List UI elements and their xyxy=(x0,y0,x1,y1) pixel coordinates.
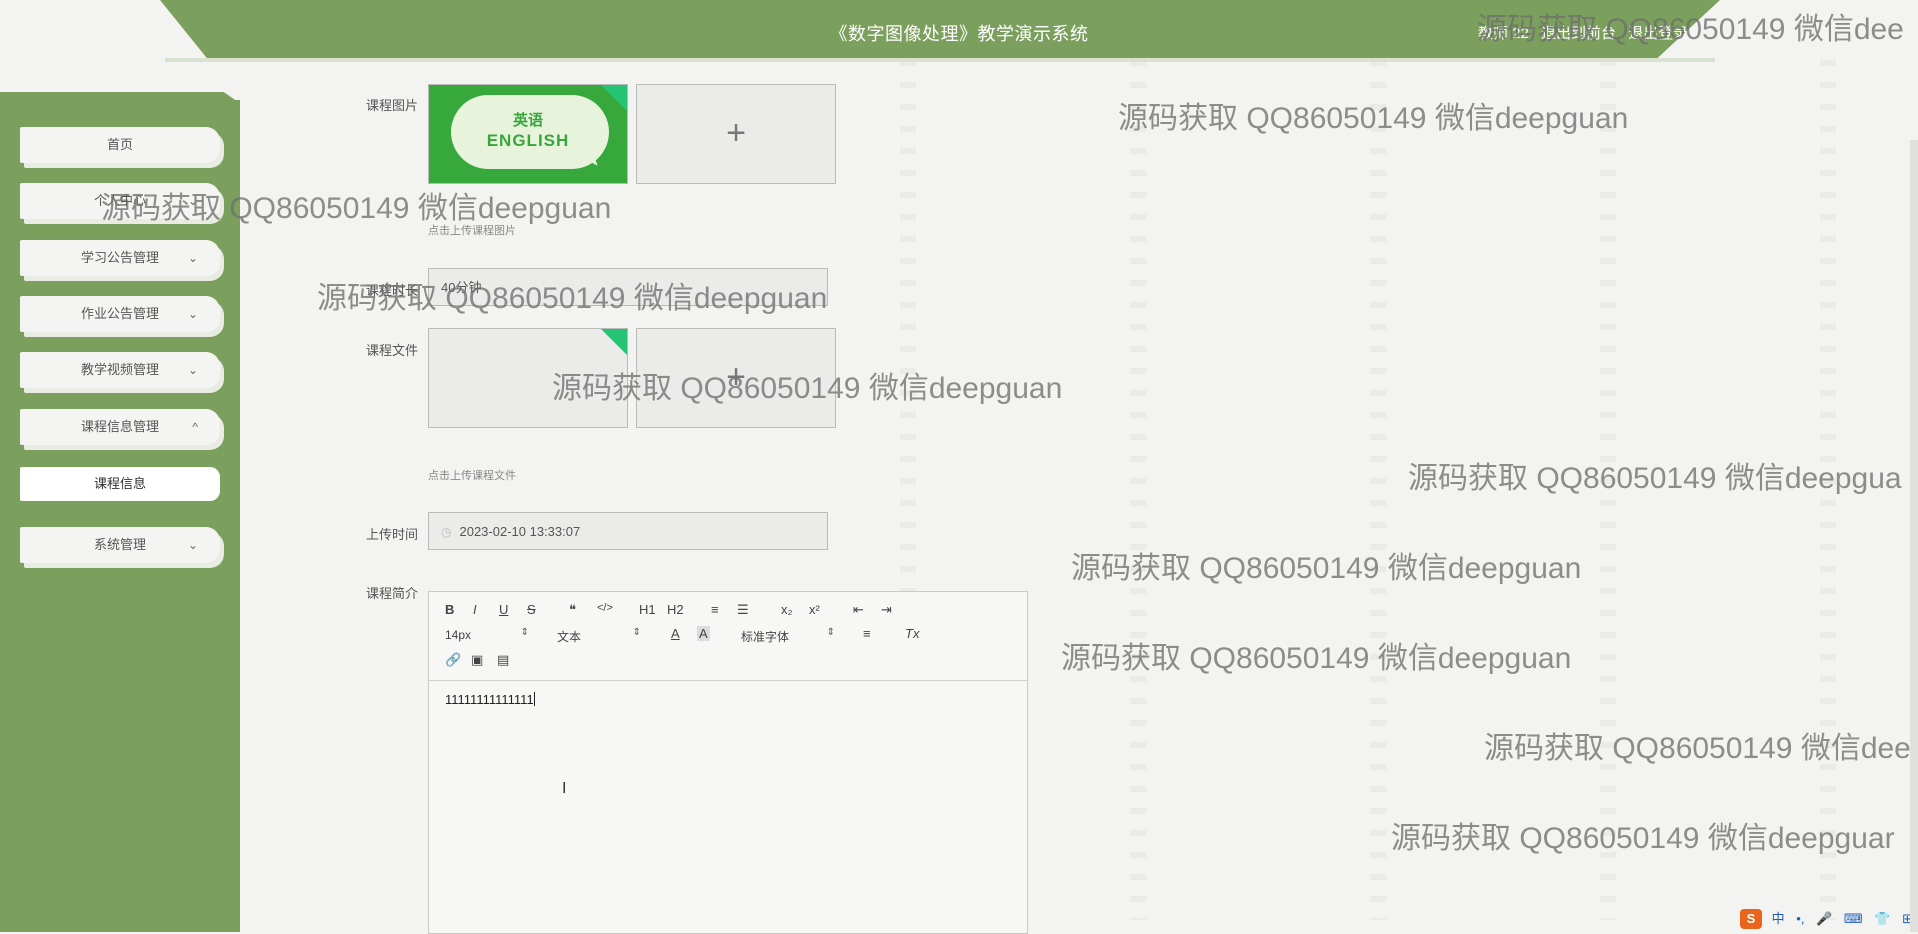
watermark-text: 源码获取 QQ86050149 微信deepguan xyxy=(317,282,828,315)
punctuation-icon[interactable]: •, xyxy=(1796,911,1804,926)
sidebar-item-study-notice[interactable]: 学习公告管理 ⌄ xyxy=(20,240,220,276)
sidebar-item-label: 作业公告管理 xyxy=(80,306,159,321)
upload-time-value: 2023-02-10 13:33:07 xyxy=(459,524,581,539)
plus-icon: + xyxy=(726,114,746,152)
sidebar-item-system-manage[interactable]: 系统管理 ⌄ xyxy=(20,527,220,563)
chevron-up-icon: ^ xyxy=(192,420,198,434)
editor-toolbar: B I U S ❝ </> H1 H2 ≡ ☰ x₂ x² ⇤ ⇥ 14px ⇕ … xyxy=(429,592,1027,681)
clear-format-icon[interactable]: Tx xyxy=(905,626,919,641)
upload-time-input[interactable]: ◷ 2023-02-10 13:33:07 xyxy=(428,512,828,550)
intro-label: 课程简介 xyxy=(365,586,418,601)
sogou-logo-icon[interactable]: S xyxy=(1740,909,1762,929)
superscript-button[interactable]: x² xyxy=(809,602,820,617)
selected-corner-badge xyxy=(601,329,627,355)
select-arrow-icon: ⇕ xyxy=(632,627,641,638)
sidebar-item-label: 系统管理 xyxy=(93,537,146,552)
course-file-label: 课程文件 xyxy=(365,343,418,358)
skin-icon[interactable]: 👕 xyxy=(1874,911,1890,926)
sidebar-item-label: 学习公告管理 xyxy=(80,250,159,265)
sidebar-item-label: 首页 xyxy=(106,137,133,152)
ime-toolbar: S 中 •, 🎤 ⌨ 👕 ⊞ xyxy=(1740,908,1918,930)
clock-icon: ◷ xyxy=(441,525,452,539)
background-decoration xyxy=(1130,60,1146,920)
video-icon[interactable]: ▤ xyxy=(497,652,509,668)
ordered-list-icon[interactable]: ≡ xyxy=(711,602,719,617)
watermark-text: 源码获取 QQ86050149 微信deepguan xyxy=(101,192,612,225)
sidebar-item-label: 教学视频管理 xyxy=(80,362,159,377)
thumbnail-text: ENGLISH xyxy=(486,131,570,150)
vertical-scrollbar[interactable] xyxy=(1910,140,1918,932)
text-style-value: 文本 xyxy=(557,630,582,644)
course-image-upload-button[interactable]: + xyxy=(636,84,836,184)
course-file-hint: 点击上传课程文件 xyxy=(428,470,516,482)
microphone-icon[interactable]: 🎤 xyxy=(1816,911,1832,926)
watermark-text: 源码获取 QQ86050149 微信deepguar xyxy=(1391,822,1895,855)
sidebar-item-homework-notice[interactable]: 作业公告管理 ⌄ xyxy=(20,296,220,332)
image-icon[interactable]: ▣ xyxy=(471,652,483,668)
ime-mode-toggle[interactable]: 中 xyxy=(1772,911,1785,926)
chevron-down-icon: ⌄ xyxy=(187,538,198,552)
bold-button[interactable]: B xyxy=(445,602,454,617)
heading1-button[interactable]: H1 xyxy=(639,602,656,617)
font-size-select[interactable]: 14px ⇕ xyxy=(445,627,529,642)
select-arrow-icon: ⇕ xyxy=(826,627,835,638)
subscript-button[interactable]: x₂ xyxy=(781,602,793,617)
upload-time-label: 上传时间 xyxy=(365,527,418,542)
font-size-value: 14px xyxy=(445,628,472,642)
watermark-text: 源码获取 QQ86050149 微信deepguan xyxy=(1061,642,1572,675)
editor-content[interactable]: 11111111111111 xyxy=(445,692,535,707)
watermark-text: 源码获取 QQ86050149 微信dee xyxy=(1477,13,1904,46)
text-caret xyxy=(533,692,535,706)
blockquote-icon[interactable]: ❝ xyxy=(569,602,576,618)
font-color-icon[interactable]: A xyxy=(671,626,680,641)
watermark-text: 源码获取 QQ86050149 微信deepgua xyxy=(1408,462,1902,495)
select-arrow-icon: ⇕ xyxy=(520,627,529,638)
sidebar-item-label: 课程信息管理 xyxy=(80,419,159,434)
underline-button[interactable]: U xyxy=(499,602,508,617)
course-image-label: 课程图片 xyxy=(365,98,418,113)
watermark-text: 源码获取 QQ86050149 微信deepguan xyxy=(1071,552,1582,585)
chevron-down-icon: ⌄ xyxy=(187,363,198,377)
chevron-down-icon: ⌄ xyxy=(187,251,198,265)
watermark-text: 源码获取 QQ86050149 微信deepguan xyxy=(552,372,1063,405)
keyboard-icon[interactable]: ⌨ xyxy=(1844,911,1863,926)
text-cursor-icon: I xyxy=(562,780,567,797)
watermark-text: 源码获取 QQ86050149 微信dee xyxy=(1484,732,1911,765)
course-image-thumbnail[interactable]: 英语 ENGLISH xyxy=(428,84,628,184)
thumbnail-text: 英语 xyxy=(512,112,543,129)
link-icon[interactable]: 🔗 xyxy=(445,652,461,668)
indent-icon[interactable]: ⇥ xyxy=(881,602,892,618)
rich-text-editor: B I U S ❝ </> H1 H2 ≡ ☰ x₂ x² ⇤ ⇥ 14px ⇕ … xyxy=(428,591,1028,934)
bullet-list-icon[interactable]: ☰ xyxy=(737,602,749,618)
editor-text: 11111111111111 xyxy=(445,692,534,707)
sidebar-subitem-course-info[interactable]: 课程信息 xyxy=(20,467,220,501)
chevron-down-icon: ⌄ xyxy=(187,307,198,321)
heading2-button[interactable]: H2 xyxy=(667,602,684,617)
text-style-select[interactable]: 文本 ⇕ xyxy=(557,627,641,645)
outdent-icon[interactable]: ⇤ xyxy=(853,602,864,618)
code-icon[interactable]: </> xyxy=(597,602,613,614)
font-family-value: 标准字体 xyxy=(741,630,790,644)
background-decoration xyxy=(1370,60,1386,920)
strike-button[interactable]: S xyxy=(527,602,536,617)
selected-corner-badge xyxy=(601,85,627,111)
sidebar-item-course-info-manage[interactable]: 课程信息管理 ^ xyxy=(20,409,220,445)
font-family-select[interactable]: 标准字体 ⇕ xyxy=(741,627,835,645)
header-shadow xyxy=(165,58,1715,62)
italic-button[interactable]: I xyxy=(473,602,477,617)
sidebar-item-home[interactable]: 首页 xyxy=(20,127,220,163)
background-color-icon[interactable]: A xyxy=(697,626,710,641)
sidebar-item-teaching-video[interactable]: 教学视频管理 ⌄ xyxy=(20,352,220,388)
sidebar-item-label: 课程信息 xyxy=(93,476,146,491)
watermark-text: 源码获取 QQ86050149 微信deepguan xyxy=(1118,102,1629,135)
align-icon[interactable]: ≡ xyxy=(863,626,871,641)
